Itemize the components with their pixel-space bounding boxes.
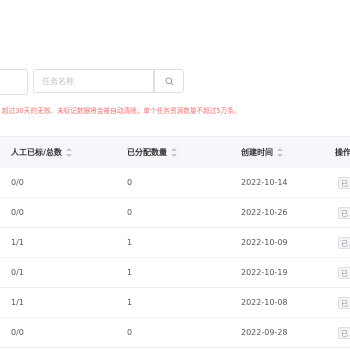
cell-assigned: 0 bbox=[127, 328, 133, 337]
row-action-button[interactable]: 已 bbox=[338, 207, 350, 219]
column-header-labeled-total[interactable]: 人工已标/总数 bbox=[11, 137, 72, 168]
data-retention-notice: 超过30天的无效、未标记数据将会被自动清除，单个任务资源数量不超过5万条。 bbox=[2, 107, 241, 115]
sort-icon[interactable] bbox=[171, 148, 177, 157]
cell-labeled-total: 0/1 bbox=[11, 268, 24, 277]
column-label: 操作 bbox=[335, 148, 350, 157]
cell-assigned: 0 bbox=[127, 178, 133, 187]
column-header-actions: 操作 bbox=[335, 137, 350, 168]
cell-created-time: 2022-10-14 bbox=[241, 178, 288, 187]
cell-created-time: 2022-10-26 bbox=[241, 208, 288, 217]
search-button[interactable] bbox=[154, 69, 184, 93]
row-action-button[interactable]: 已 bbox=[338, 177, 350, 189]
table-row: 1/1 1 2022-10-09 已 bbox=[0, 228, 350, 258]
row-action-button[interactable]: 已 bbox=[338, 237, 350, 249]
table-row: 1/1 1 2022-10-08 已 bbox=[0, 288, 350, 318]
column-label: 已分配数量 bbox=[127, 148, 167, 157]
cell-labeled-total: 0/0 bbox=[11, 178, 24, 187]
row-action-button[interactable]: 已 bbox=[338, 297, 350, 309]
column-label: 创建时间 bbox=[241, 148, 273, 157]
cell-created-time: 2022-10-08 bbox=[241, 298, 288, 307]
row-action-button[interactable]: 已 bbox=[338, 267, 350, 279]
cell-created-time: 2022-10-19 bbox=[241, 268, 288, 277]
table-row: 0/1 1 2022-10-19 已 bbox=[0, 258, 350, 288]
cell-assigned: 1 bbox=[127, 238, 133, 247]
cell-labeled-total: 0/0 bbox=[11, 328, 24, 337]
column-header-created-time[interactable]: 创建时间 bbox=[241, 137, 283, 168]
filter-select[interactable] bbox=[0, 69, 28, 95]
cell-assigned: 1 bbox=[127, 268, 133, 277]
task-name-search-input[interactable] bbox=[33, 69, 154, 93]
column-header-assigned[interactable]: 已分配数量 bbox=[127, 137, 177, 168]
sort-icon[interactable] bbox=[65, 148, 72, 157]
cell-labeled-total: 0/0 bbox=[11, 208, 24, 217]
cell-created-time: 2022-09-28 bbox=[241, 328, 288, 337]
row-action-button[interactable]: 已 bbox=[338, 327, 350, 339]
cell-labeled-total: 1/1 bbox=[11, 298, 24, 307]
search-icon bbox=[164, 76, 173, 85]
table-header: 人工已标/总数 已分配数量 创建时间 操作 bbox=[0, 136, 350, 168]
cell-labeled-total: 1/1 bbox=[11, 238, 24, 247]
table-row: 0/0 0 2022-09-28 已 bbox=[0, 318, 350, 348]
table-row: 0/0 0 2022-10-26 已 bbox=[0, 198, 350, 228]
cell-assigned: 0 bbox=[127, 208, 133, 217]
cell-created-time: 2022-10-09 bbox=[241, 238, 288, 247]
column-label: 人工已标/总数 bbox=[11, 148, 62, 157]
cell-assigned: 1 bbox=[127, 298, 133, 307]
table-row: 0/0 0 2022-10-14 已 bbox=[0, 168, 350, 198]
sort-icon[interactable] bbox=[277, 148, 283, 157]
